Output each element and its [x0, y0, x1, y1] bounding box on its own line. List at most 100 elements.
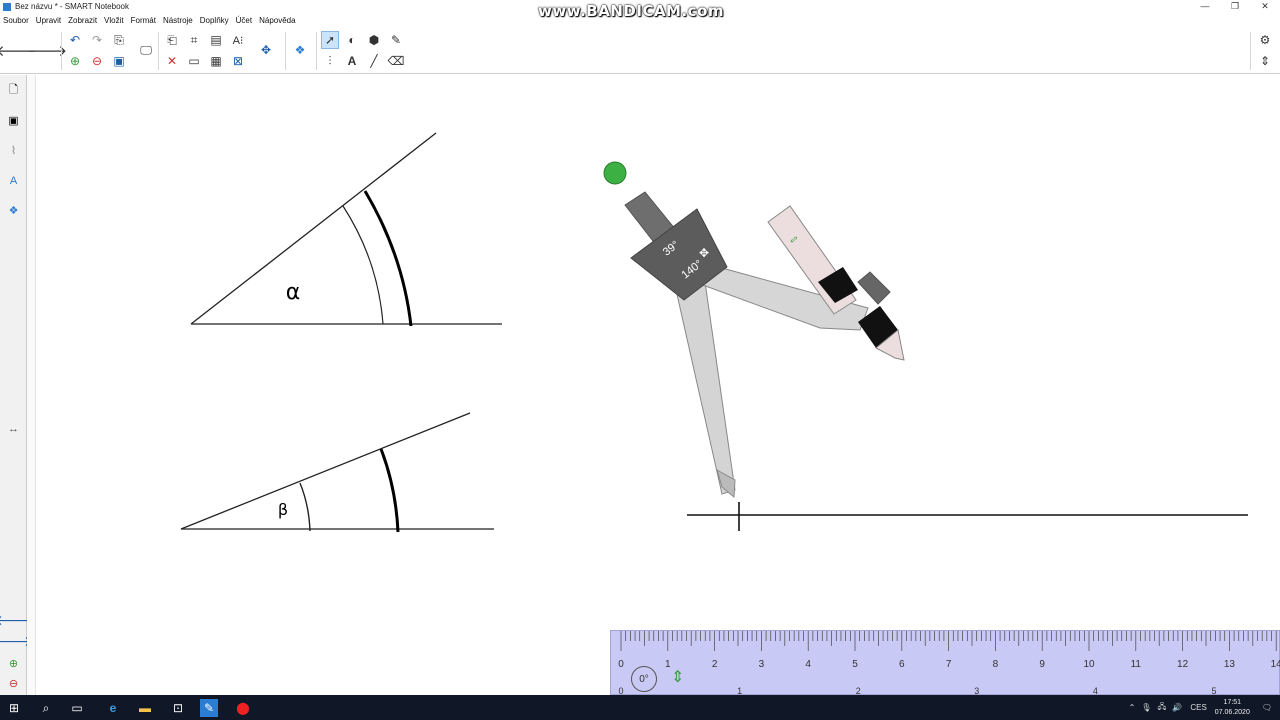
ruler-cm-label: 12 — [1177, 659, 1189, 670]
puzzle-icon[interactable]: ❖ — [291, 41, 309, 59]
add-page-sidebar-icon[interactable]: ⊕ — [5, 655, 22, 672]
shapes-icon[interactable]: ◐ — [343, 31, 361, 49]
ruler-angle-indicator[interactable]: 0° — [631, 666, 657, 692]
attachments-icon[interactable]: ⌇ — [5, 142, 22, 159]
system-tray: ⌃ 🎙 🖧 🔊 CES 17:51 07.06.2020 🗨 — [1129, 695, 1280, 720]
sidebar: 🗋 ▣ ⌇ A ❖ ↔ 🡐 🡒 ⊕ ⊖ — [0, 75, 32, 695]
save-icon[interactable]: ▣ — [110, 52, 128, 70]
delete-page-sidebar-icon[interactable]: ⊖ — [5, 675, 22, 692]
menu-napoveda[interactable]: Nápověda — [256, 16, 299, 25]
display-icon[interactable]: 🖵 — [137, 41, 155, 59]
gear-icon[interactable]: ⚙ — [1256, 31, 1274, 49]
taskbar: ⊞ ⌕ ▭ e ▬ ⊡ ✎ ⬤ ⌃ 🎙 🖧 🔊 CES 17:51 07.06.… — [0, 695, 1280, 720]
network-icon[interactable]: 🖧 — [1157, 701, 1166, 715]
menu-bar: Soubor Upravit Zobrazit Vložit Formát Ná… — [0, 13, 1280, 28]
notebook-page[interactable]: α β 39° 140° ✥ ⇔ 0 1 2 3 4 5 6 7 8 9 10 … — [37, 75, 1280, 696]
display-screen-icon[interactable]: ▭ — [185, 52, 203, 70]
construction-line[interactable] — [687, 502, 1248, 531]
ruler-resize-icon[interactable]: ⇕ — [671, 667, 684, 687]
eraser-icon[interactable]: ⌫ — [387, 52, 405, 70]
paste-icon[interactable]: ⎘ — [110, 31, 128, 49]
clock-time: 17:51 — [1223, 698, 1242, 706]
ruler-cm-label: 2 — [712, 659, 718, 670]
microphone-icon[interactable]: 🎙 — [1141, 703, 1151, 712]
minimize-button[interactable]: — — [1190, 0, 1220, 13]
properties-tab-icon[interactable]: A — [5, 172, 22, 189]
delete-icon[interactable]: ✕ — [163, 52, 181, 70]
notifications-icon[interactable]: 🗨 — [1262, 703, 1272, 712]
volume-icon[interactable]: 🔊 — [1172, 703, 1182, 712]
angle-beta[interactable]: β — [180, 412, 494, 533]
screen-shade-icon[interactable]: ▤ — [207, 31, 225, 49]
add-page-icon[interactable]: ⊕ — [66, 52, 84, 70]
ruler-cm-label: 11 — [1131, 659, 1142, 670]
text-icon[interactable]: A⁝ — [229, 31, 247, 49]
app-icon — [3, 2, 11, 11]
select-icon[interactable]: ➚ — [321, 31, 339, 49]
search-icon[interactable]: ⌕ — [37, 699, 55, 717]
back-arrow-icon[interactable]: 🡐 — [0, 41, 36, 60]
smart-notebook-taskbar-icon[interactable]: ✎ — [200, 699, 218, 717]
next-page-icon[interactable]: 🡒 — [0, 633, 32, 650]
edge-icon[interactable]: e — [104, 699, 122, 717]
line-icon[interactable]: ╱ — [365, 52, 383, 70]
bandicam-taskbar-icon[interactable]: ⬤ — [234, 699, 252, 717]
fit-icon[interactable]: ⊠ — [229, 52, 247, 70]
pen-icon[interactable]: ✎ — [387, 31, 405, 49]
delete-page-icon[interactable]: ⊖ — [88, 52, 106, 70]
table-icon[interactable]: ▦ — [207, 52, 225, 70]
prev-page-icon[interactable]: 🡐 — [0, 612, 32, 629]
window-title: Bez názvu * - SMART Notebook — [15, 2, 129, 11]
addons-icon[interactable]: ✥ — [257, 41, 275, 59]
ruler-cm-label: 5 — [852, 659, 858, 670]
window-controls: — ❐ ✕ — [1190, 0, 1280, 13]
angle-alpha[interactable]: α — [190, 132, 502, 327]
menu-vlozit[interactable]: Vložit — [101, 16, 128, 25]
compass-rotate-handle[interactable] — [603, 161, 627, 185]
menu-zobrazit[interactable]: Zobrazit — [65, 16, 101, 25]
close-button[interactable]: ✕ — [1250, 0, 1280, 13]
ruler-tool[interactable]: 0 1 2 3 4 5 6 7 8 9 10 11 12 13 14 0 1 2 3 4 5 0° ⇕ — [610, 630, 1280, 696]
fill-icon[interactable]: ⬢ — [365, 31, 383, 49]
ruler-cm-label: 10 — [1083, 659, 1095, 670]
menu-nastroje[interactable]: Nástroje — [160, 16, 197, 25]
file-explorer-icon[interactable]: ▬ — [136, 699, 154, 717]
beta-label: β — [278, 500, 288, 519]
maximize-button[interactable]: ❐ — [1220, 0, 1250, 13]
toolbar-toggle-icon[interactable]: ⇕ — [1256, 52, 1274, 70]
redo-icon[interactable]: ↷ — [88, 31, 106, 49]
menu-doplnky[interactable]: Doplňky — [197, 16, 233, 25]
task-view-icon[interactable]: ▭ — [68, 699, 86, 717]
forward-arrow-icon[interactable]: 🡒 — [27, 41, 67, 60]
text-tool-icon[interactable]: A — [343, 52, 361, 70]
ruler-cm-label: 4 — [805, 659, 811, 670]
properties-icon[interactable]: ⫶ — [321, 52, 339, 70]
alpha-label: α — [286, 280, 301, 305]
resize-sidebar-icon[interactable]: ↔ — [5, 420, 22, 437]
paste-special-icon[interactable]: ⎗ — [163, 31, 181, 49]
store-icon[interactable]: ⊡ — [169, 699, 187, 717]
language-indicator[interactable]: CES — [1190, 703, 1206, 712]
ruler-cm-label: 13 — [1224, 659, 1236, 670]
menu-format[interactable]: Formát — [128, 16, 160, 25]
undo-icon[interactable]: ↶ — [66, 31, 84, 49]
ruler-cm-label: 14 — [1271, 659, 1280, 670]
ruler-cm-label: 8 — [993, 659, 999, 670]
toolbar: 🡐 🡒 ↶ ↷ ⎘ ⊕ ⊖ ▣ 🖵 ⎗ ⌗ ▤ A⁝ ✕ ▭ ▦ ⊠ ✥ ❖ ➚… — [0, 28, 1280, 74]
menu-ucet[interactable]: Účet — [233, 16, 256, 25]
menu-upravit[interactable]: Upravit — [33, 16, 65, 25]
tray-chevron-icon[interactable]: ⌃ — [1129, 703, 1136, 712]
vertical-scrollbar[interactable] — [27, 75, 36, 695]
ruler-cm-label: 3 — [759, 659, 765, 670]
addons-tab-icon[interactable]: ❖ — [5, 202, 22, 219]
ruler-cm-label: 6 — [899, 659, 905, 670]
ruler-cm-label: 0 — [618, 659, 624, 670]
compass-tool[interactable]: 39° 140° ✥ ⇔ — [603, 161, 905, 499]
menu-soubor[interactable]: Soubor — [0, 16, 33, 25]
start-icon[interactable]: ⊞ — [5, 699, 23, 717]
screen-capture-icon[interactable]: ⌗ — [185, 31, 203, 49]
ruler-cm-label: 9 — [1039, 659, 1045, 670]
clock[interactable]: 17:51 07.06.2020 — [1215, 698, 1250, 718]
gallery-icon[interactable]: ▣ — [5, 112, 22, 129]
page-sorter-icon[interactable]: 🗋 — [5, 82, 22, 99]
